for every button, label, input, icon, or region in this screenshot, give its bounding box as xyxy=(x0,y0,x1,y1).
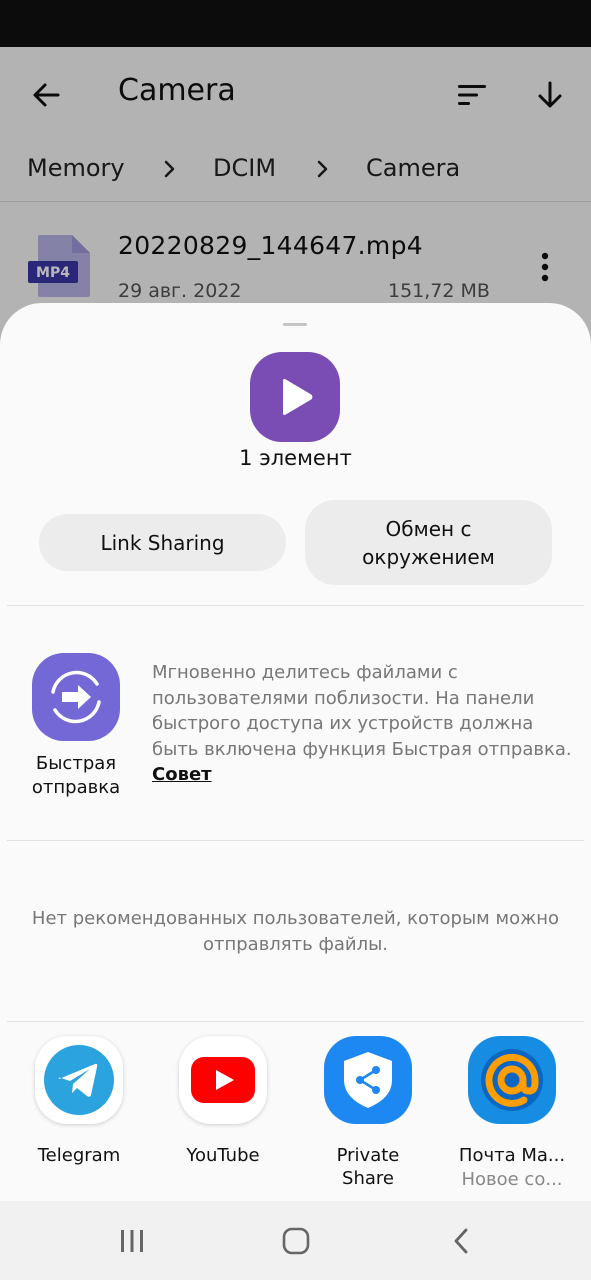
nearby-share-button[interactable]: Обмен с окружением xyxy=(305,500,552,585)
telegram-icon xyxy=(35,1036,123,1124)
share-app-private-share[interactable]: Private Share xyxy=(299,1036,437,1196)
divider xyxy=(7,1021,584,1022)
app-label: Telegram xyxy=(37,1145,121,1166)
recent-apps-button[interactable] xyxy=(112,1221,152,1261)
chevron-left-icon xyxy=(454,1228,468,1254)
navigation-bar xyxy=(0,1201,591,1280)
app-label: Почта Ma... xyxy=(458,1145,566,1166)
item-count: 1 элемент xyxy=(239,446,352,470)
quick-share-description: Мгновенно делитесь файлами с пользовател… xyxy=(152,660,572,788)
back-nav-button[interactable] xyxy=(441,1221,481,1261)
play-icon xyxy=(283,379,313,415)
app-label: YouTube xyxy=(186,1145,260,1166)
quick-share-section: Быстрая отправка Мгновенно делитесь файл… xyxy=(0,648,591,808)
home-button[interactable] xyxy=(276,1221,316,1261)
private-share-icon xyxy=(324,1036,412,1124)
share-sheet: 1 элемент Link Sharing Обмен с окружение… xyxy=(0,303,591,1201)
share-app-youtube[interactable]: YouTube xyxy=(154,1036,292,1196)
quick-share-description-text: Мгновенно делитесь файлами с пользовател… xyxy=(152,662,572,760)
divider xyxy=(7,605,584,606)
app-label: Private Share xyxy=(336,1145,400,1189)
home-icon xyxy=(282,1227,310,1255)
quick-share-icon xyxy=(51,670,101,724)
share-app-telegram[interactable]: Telegram xyxy=(10,1036,148,1196)
drag-handle[interactable] xyxy=(283,323,307,326)
divider xyxy=(7,840,584,841)
mail-ru-icon xyxy=(468,1036,556,1124)
app-sublabel: Новое со... xyxy=(461,1169,563,1190)
quick-share-label: Быстрая отправка xyxy=(31,753,121,798)
link-sharing-button[interactable]: Link Sharing xyxy=(39,514,286,571)
share-apps-row: Telegram YouTube Private Share Почта Ma.… xyxy=(0,1036,591,1201)
video-preview-thumbnail xyxy=(250,352,340,442)
tip-link[interactable]: Совет xyxy=(152,764,212,785)
share-app-mail-ru[interactable]: Почта Ma... Новое со... xyxy=(443,1036,581,1196)
no-recommendations-text: Нет рекомендованных пользователей, котор… xyxy=(31,908,560,955)
quick-share-button[interactable] xyxy=(32,653,120,741)
recent-apps-icon xyxy=(121,1230,143,1252)
youtube-icon xyxy=(179,1036,267,1124)
